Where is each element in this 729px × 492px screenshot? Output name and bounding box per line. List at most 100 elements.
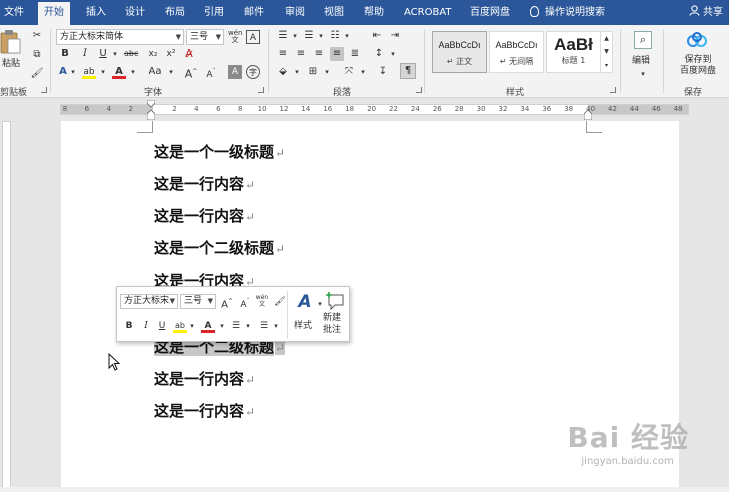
bold-icon[interactable]: B: [58, 47, 72, 61]
scroll-up-icon[interactable]: ▲: [601, 32, 612, 46]
doc-heading-2[interactable]: 这是一个二级标题↵: [154, 238, 285, 259]
align-right-icon[interactable]: ≡: [312, 47, 326, 61]
tab-layout[interactable]: 布局: [165, 0, 185, 25]
increase-indent-icon[interactable]: ⇥: [388, 29, 402, 43]
tab-mailings[interactable]: 邮件: [244, 0, 264, 25]
align-center-icon[interactable]: ≡: [294, 47, 308, 61]
asian-layout-icon[interactable]: ⤧: [342, 65, 356, 79]
superscript-icon[interactable]: x²: [164, 47, 178, 61]
show-marks-icon[interactable]: ¶: [400, 63, 416, 79]
horizontal-ruler[interactable]: 8 6 4 2 2 4 6 8 10 12 14 16 18 20 22 24 26 28 30 32 34 36 38 40…: [0, 98, 729, 121]
scroll-down-icon[interactable]: ▼: [601, 45, 612, 59]
copy-icon[interactable]: ⧉: [30, 48, 44, 62]
tab-file[interactable]: 文件: [4, 0, 24, 25]
phonetic-guide-icon[interactable]: wén 文: [228, 30, 242, 44]
chevron-down-icon[interactable]: ▾: [288, 29, 302, 43]
chevron-down-icon[interactable]: ▾: [96, 65, 110, 79]
mini-font-size-combo[interactable]: 三号 ▼: [180, 294, 216, 309]
doc-content-line[interactable]: 这是一行内容↵: [154, 369, 255, 390]
new-comment-button[interactable]: 新建 批注: [321, 291, 349, 339]
mini-styles-button[interactable]: A ▾ 样式: [291, 291, 322, 339]
chevron-down-icon[interactable]: ▾: [269, 319, 283, 333]
styles-launcher-icon[interactable]: [610, 87, 616, 93]
justify-icon[interactable]: ≡: [330, 47, 344, 61]
italic-icon[interactable]: I: [78, 47, 92, 61]
distributed-icon[interactable]: ≣: [348, 47, 362, 61]
strikethrough-icon[interactable]: abc: [124, 47, 138, 61]
tab-help[interactable]: 帮助: [364, 0, 384, 25]
tell-me-search[interactable]: 操作说明搜索: [530, 0, 605, 25]
font-color-icon[interactable]: A: [112, 65, 126, 79]
right-indent-marker-icon[interactable]: [583, 109, 593, 121]
chevron-down-icon[interactable]: ▾: [164, 65, 178, 79]
shrink-font-icon[interactable]: Aˇ: [204, 65, 218, 80]
chevron-down-icon[interactable]: ▾: [356, 65, 370, 79]
grow-font-icon[interactable]: A^: [220, 295, 234, 310]
chevron-down-icon[interactable]: ▾: [215, 319, 229, 333]
change-case-icon[interactable]: Aa: [144, 65, 166, 79]
phonetic-guide-icon[interactable]: wén 文: [255, 294, 269, 308]
character-shading-icon[interactable]: A: [228, 65, 242, 79]
format-painter-icon[interactable]: 🖌: [273, 295, 287, 309]
font-name-combo[interactable]: 方正大标宋简体 ▼: [56, 29, 184, 45]
underline-icon[interactable]: U: [155, 319, 169, 333]
font-size-combo[interactable]: 三号 ▼: [186, 29, 224, 45]
doc-content-line[interactable]: 这是一行内容↵: [154, 401, 255, 422]
align-left-icon[interactable]: ≡: [276, 47, 290, 61]
style-normal[interactable]: AaBbCcDı ↵ 正文: [432, 31, 487, 73]
enclose-characters-icon[interactable]: 字: [246, 65, 260, 79]
chevron-down-icon[interactable]: ▾: [126, 65, 140, 79]
chevron-down-icon[interactable]: ▾: [185, 319, 199, 333]
line-spacing-icon[interactable]: ↕: [372, 47, 386, 61]
ruler-tick-label: 18: [345, 105, 355, 113]
clipboard-launcher-icon[interactable]: [41, 87, 47, 93]
character-border-icon[interactable]: A: [246, 30, 260, 44]
font-launcher-icon[interactable]: [258, 87, 264, 93]
chevron-down-icon[interactable]: ▾: [314, 29, 328, 43]
tab-view[interactable]: 视图: [324, 0, 344, 25]
chevron-down-icon[interactable]: ▾: [290, 65, 304, 79]
italic-icon[interactable]: I: [139, 319, 153, 333]
chevron-down-icon[interactable]: ▾: [66, 65, 80, 79]
tab-acrobat[interactable]: ACROBAT: [404, 0, 452, 25]
shrink-font-icon[interactable]: Aˇ: [238, 295, 252, 310]
format-painter-icon[interactable]: 🖌: [30, 67, 44, 81]
shading-icon[interactable]: ⬙: [276, 65, 290, 79]
chevron-down-icon[interactable]: ▾: [340, 29, 354, 43]
tab-home[interactable]: 开始: [38, 2, 70, 25]
vertical-ruler[interactable]: [0, 121, 14, 492]
decrease-indent-icon[interactable]: ⇤: [370, 29, 384, 43]
doc-heading-1[interactable]: 这是一个一级标题↵: [154, 142, 285, 163]
sort-icon[interactable]: ↧: [376, 65, 390, 79]
chevron-down-icon[interactable]: ▾: [320, 65, 334, 79]
paragraph-launcher-icon[interactable]: [416, 87, 422, 93]
save-to-baidu-button[interactable]: 保存到 百度网盘: [668, 29, 728, 81]
subscript-icon[interactable]: x₂: [146, 47, 160, 61]
tab-design[interactable]: 设计: [125, 0, 145, 25]
chevron-down-icon[interactable]: ▾: [241, 319, 255, 333]
highlight-icon[interactable]: ab: [82, 65, 96, 79]
grow-font-icon[interactable]: A^: [184, 65, 198, 81]
tab-references[interactable]: 引用: [204, 0, 224, 25]
style-no-spacing[interactable]: AaBbCcDı ↵ 无间隔: [489, 31, 544, 73]
tab-review[interactable]: 审阅: [285, 0, 305, 25]
editing-button[interactable]: ⌕ 编辑 ▾: [628, 29, 658, 81]
doc-content-line[interactable]: 这是一行内容↵: [154, 174, 255, 195]
styles-scroll[interactable]: ▲ ▼ ▾: [600, 31, 613, 73]
font-color-icon[interactable]: A: [201, 319, 215, 333]
cut-icon[interactable]: ✂: [30, 29, 44, 43]
style-heading-1[interactable]: AaBł 标题 1: [546, 31, 601, 73]
share-button[interactable]: 共享: [689, 0, 723, 25]
tab-insert[interactable]: 插入: [86, 0, 106, 25]
bold-icon[interactable]: B: [122, 319, 136, 333]
mini-font-name-combo[interactable]: 方正大标宋 ▼: [120, 294, 178, 309]
indent-marker-icon[interactable]: [146, 99, 156, 121]
chevron-down-icon[interactable]: ▾: [386, 47, 400, 61]
clear-formatting-icon[interactable]: A̷: [182, 47, 196, 61]
tab-baidu-netdisk[interactable]: 百度网盘: [470, 0, 510, 25]
chevron-down-icon[interactable]: ▾: [108, 47, 122, 61]
borders-icon[interactable]: ⊞: [306, 65, 320, 79]
paste-button[interactable]: 粘贴: [0, 29, 24, 79]
doc-content-line[interactable]: 这是一行内容↵: [154, 206, 255, 227]
gallery-more-icon[interactable]: ▾: [601, 59, 612, 73]
